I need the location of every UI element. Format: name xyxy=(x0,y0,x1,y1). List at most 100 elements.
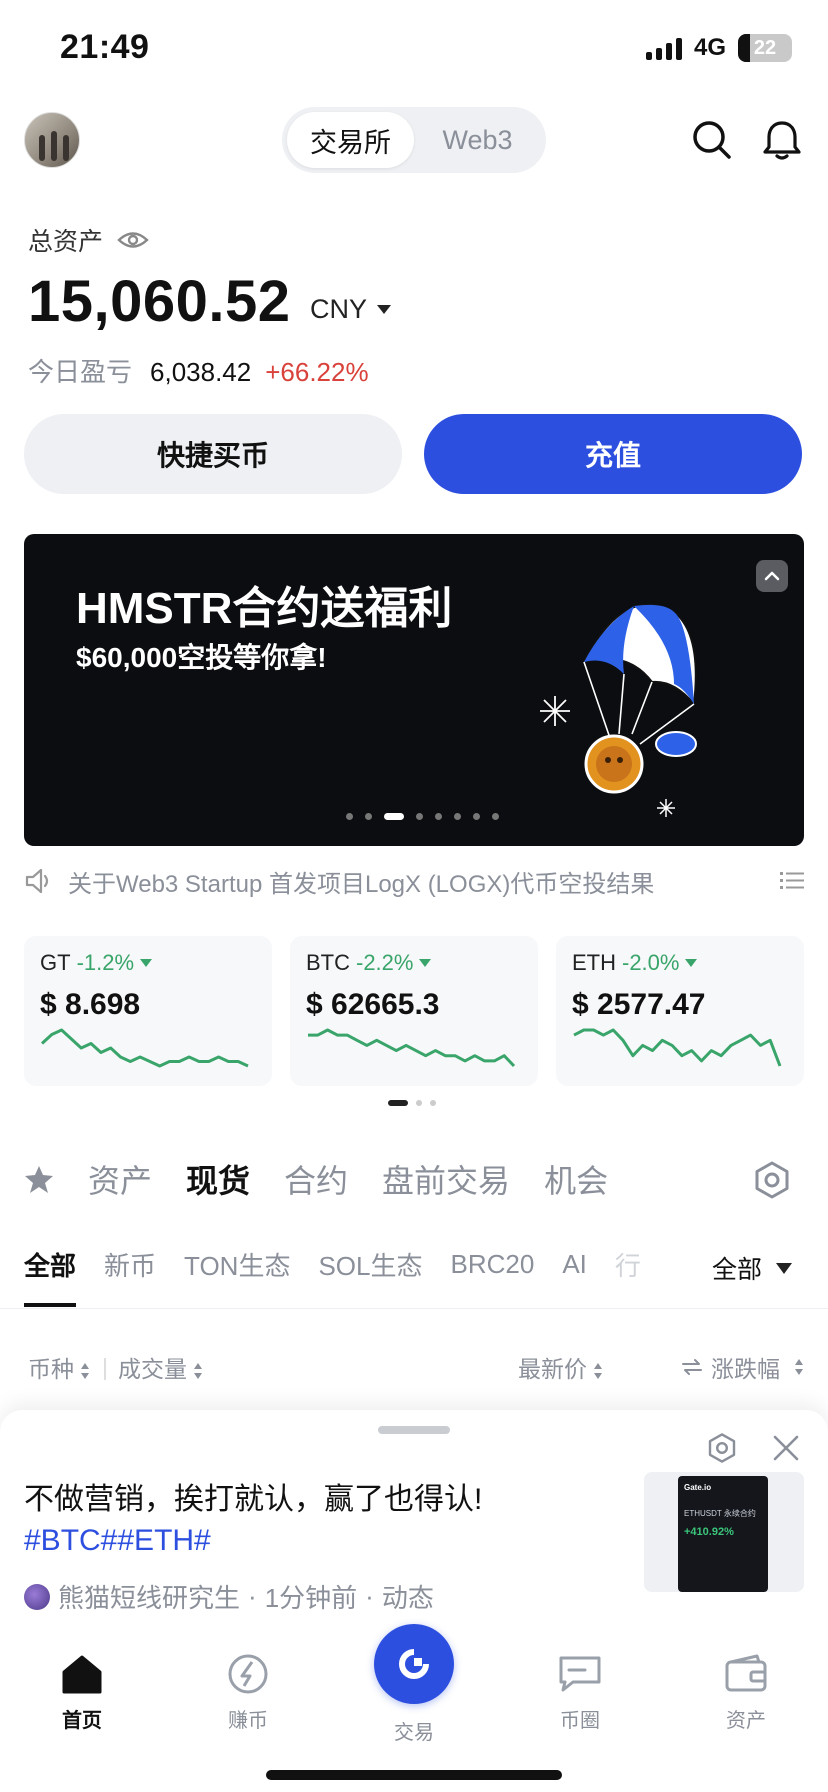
banner-dot[interactable] xyxy=(454,813,461,820)
nav-community[interactable]: 币圈 xyxy=(520,1652,640,1733)
nav-home-label: 首页 xyxy=(62,1710,102,1732)
caret-down-icon xyxy=(377,305,392,314)
avatar[interactable] xyxy=(24,112,80,168)
ticker-symbol: GT xyxy=(40,950,71,975)
post-time: 1分钟前 xyxy=(264,1583,358,1613)
collapse-banner-button[interactable] xyxy=(756,560,788,592)
ticker-price: $ 2577.47 xyxy=(572,988,706,1021)
bell-icon[interactable] xyxy=(760,118,804,162)
sparkline-chart xyxy=(573,1028,782,1067)
nav-trade[interactable]: 交易 xyxy=(354,1716,474,1745)
category-tabs: 全部 新币 TON生态 SOL生态 BRC20 AI 行 xyxy=(24,1246,641,1307)
deposit-button[interactable]: 充值 xyxy=(424,414,802,494)
banner-dot[interactable] xyxy=(416,813,423,820)
tab-spot[interactable]: 现货 xyxy=(186,1156,250,1202)
table-header: 币种 | 成交量 最新价 涨跌幅 xyxy=(28,1350,804,1384)
pnl-percent: +66.22% xyxy=(265,357,369,387)
subtab-ai[interactable]: AI xyxy=(562,1249,587,1280)
announcement-bar[interactable]: 关于Web3 Startup 首发项目LogX (LOGX)代币空投结果 xyxy=(24,864,804,898)
exchange-web3-switch[interactable]: 交易所 Web3 xyxy=(282,107,546,173)
col-last-price-label: 最新价 xyxy=(518,1356,587,1382)
total-assets-label: 总资产 xyxy=(28,222,149,258)
banner-pagination[interactable] xyxy=(346,813,499,820)
post-thumbnail[interactable]: Gate.io ETHUSDT 永续合约 +410.92% xyxy=(644,1472,804,1592)
trade-fab-button[interactable] xyxy=(374,1624,454,1704)
tab-premarket[interactable]: 盘前交易 xyxy=(382,1156,510,1202)
announcement-text[interactable]: 关于Web3 Startup 首发项目LogX (LOGX)代币空投结果 xyxy=(68,864,780,899)
post-title[interactable]: 不做营销，挨打就认，赢了也得认! xyxy=(24,1474,482,1518)
settings-hex-icon[interactable] xyxy=(706,1432,738,1464)
tab-futures[interactable]: 合约 xyxy=(284,1156,348,1202)
status-time: 21:49 xyxy=(60,28,150,66)
tab-assets[interactable]: 资产 xyxy=(88,1156,152,1202)
filter-label: 全部 xyxy=(712,1256,763,1284)
trade-icon xyxy=(399,1649,429,1679)
ticker-pagination[interactable] xyxy=(388,1100,436,1106)
post-tags[interactable]: #BTC##ETH# xyxy=(24,1524,211,1558)
community-icon xyxy=(559,1656,601,1692)
caret-down-icon xyxy=(776,1262,793,1274)
community-post-card[interactable]: 不做营销，挨打就认，赢了也得认! #BTC##ETH# 熊猫短线研究生 · 1分… xyxy=(0,1410,828,1630)
banner-dot[interactable] xyxy=(346,813,353,820)
sparkline-path xyxy=(40,1028,249,1068)
close-icon[interactable] xyxy=(772,1434,800,1462)
ticker-card-eth[interactable]: ETH -2.0% $ 2577.47 xyxy=(556,936,804,1086)
nav-earn-label: 赚币 xyxy=(228,1710,268,1732)
sparkline-path xyxy=(573,1028,782,1067)
col-change[interactable]: 涨跌幅 xyxy=(681,1350,804,1384)
banner-dot[interactable] xyxy=(435,813,442,820)
banner-dot[interactable] xyxy=(384,813,404,820)
currency-selector[interactable]: CNY xyxy=(310,294,392,325)
post-author[interactable]: 熊猫短线研究生 xyxy=(58,1578,240,1615)
post-meta: 熊猫短线研究生 · 1分钟前 · 动态 xyxy=(24,1578,434,1615)
col-volume[interactable]: 成交量 xyxy=(118,1350,203,1384)
settings-hex-icon[interactable] xyxy=(752,1160,792,1200)
nav-home[interactable]: 首页 xyxy=(22,1652,142,1733)
banner-dot[interactable] xyxy=(365,813,372,820)
thumbnail-screenshot: Gate.io ETHUSDT 永续合约 +410.92% xyxy=(678,1476,768,1592)
pnl-label: 今日盈亏 xyxy=(28,357,133,387)
col-coin-label: 币种 xyxy=(28,1356,74,1382)
subtab-new[interactable]: 新币 xyxy=(104,1246,156,1283)
ticker-change: -2.2% xyxy=(356,950,414,975)
category-filter-dropdown[interactable]: 全部 xyxy=(712,1250,793,1286)
tab-exchange[interactable]: 交易所 xyxy=(287,112,414,168)
sparkline-path xyxy=(308,1028,516,1068)
subtab-sol[interactable]: SOL生态 xyxy=(318,1246,422,1283)
tab-opportunity[interactable]: 机会 xyxy=(544,1156,608,1202)
tab-web3[interactable]: Web3 xyxy=(414,112,541,168)
nav-assets[interactable]: 资产 xyxy=(686,1652,806,1733)
market-tabs: 资产 现货 合约 盘前交易 机会 xyxy=(24,1156,608,1202)
subtab-more[interactable]: 行 xyxy=(615,1246,641,1283)
author-avatar[interactable] xyxy=(24,1583,50,1610)
star-icon[interactable] xyxy=(24,1164,54,1194)
divider xyxy=(0,1308,828,1309)
subtab-brc20[interactable]: BRC20 xyxy=(450,1249,534,1280)
thumb-brand: Gate.io xyxy=(684,1483,712,1492)
banner-dot[interactable] xyxy=(492,813,499,820)
nav-assets-label: 资产 xyxy=(726,1710,766,1732)
banner-title: HMSTR合约送福利 xyxy=(76,584,453,633)
total-assets-value: 15,060.52 xyxy=(28,269,291,334)
list-icon[interactable] xyxy=(780,870,804,892)
subtab-all[interactable]: 全部 xyxy=(24,1246,77,1307)
banner-dot[interactable] xyxy=(473,813,480,820)
promo-banner[interactable]: HMSTR合约送福利 $60,000空投等你拿! xyxy=(24,534,804,846)
sheet-handle[interactable] xyxy=(378,1426,450,1434)
subtab-ton[interactable]: TON生态 xyxy=(184,1246,290,1283)
sparkle-icon xyxy=(657,799,675,817)
ticker-card-gt[interactable]: GT -1.2% $ 8.698 xyxy=(24,936,272,1086)
col-separator: | xyxy=(102,1353,108,1380)
sort-icon xyxy=(193,1362,202,1379)
eye-icon[interactable] xyxy=(117,229,149,251)
search-icon[interactable] xyxy=(690,118,734,162)
sort-icon xyxy=(795,1359,803,1375)
post-type: 动态 xyxy=(381,1583,434,1613)
nav-trade-label: 交易 xyxy=(394,1722,434,1744)
sort-icon xyxy=(594,1362,602,1379)
col-last-price[interactable]: 最新价 xyxy=(518,1350,603,1384)
nav-earn[interactable]: 赚币 xyxy=(188,1652,308,1733)
ticker-card-btc[interactable]: BTC -2.2% $ 62665.3 xyxy=(290,936,538,1086)
quick-buy-button[interactable]: 快捷买币 xyxy=(24,414,402,494)
col-coin[interactable]: 币种 xyxy=(28,1350,90,1384)
